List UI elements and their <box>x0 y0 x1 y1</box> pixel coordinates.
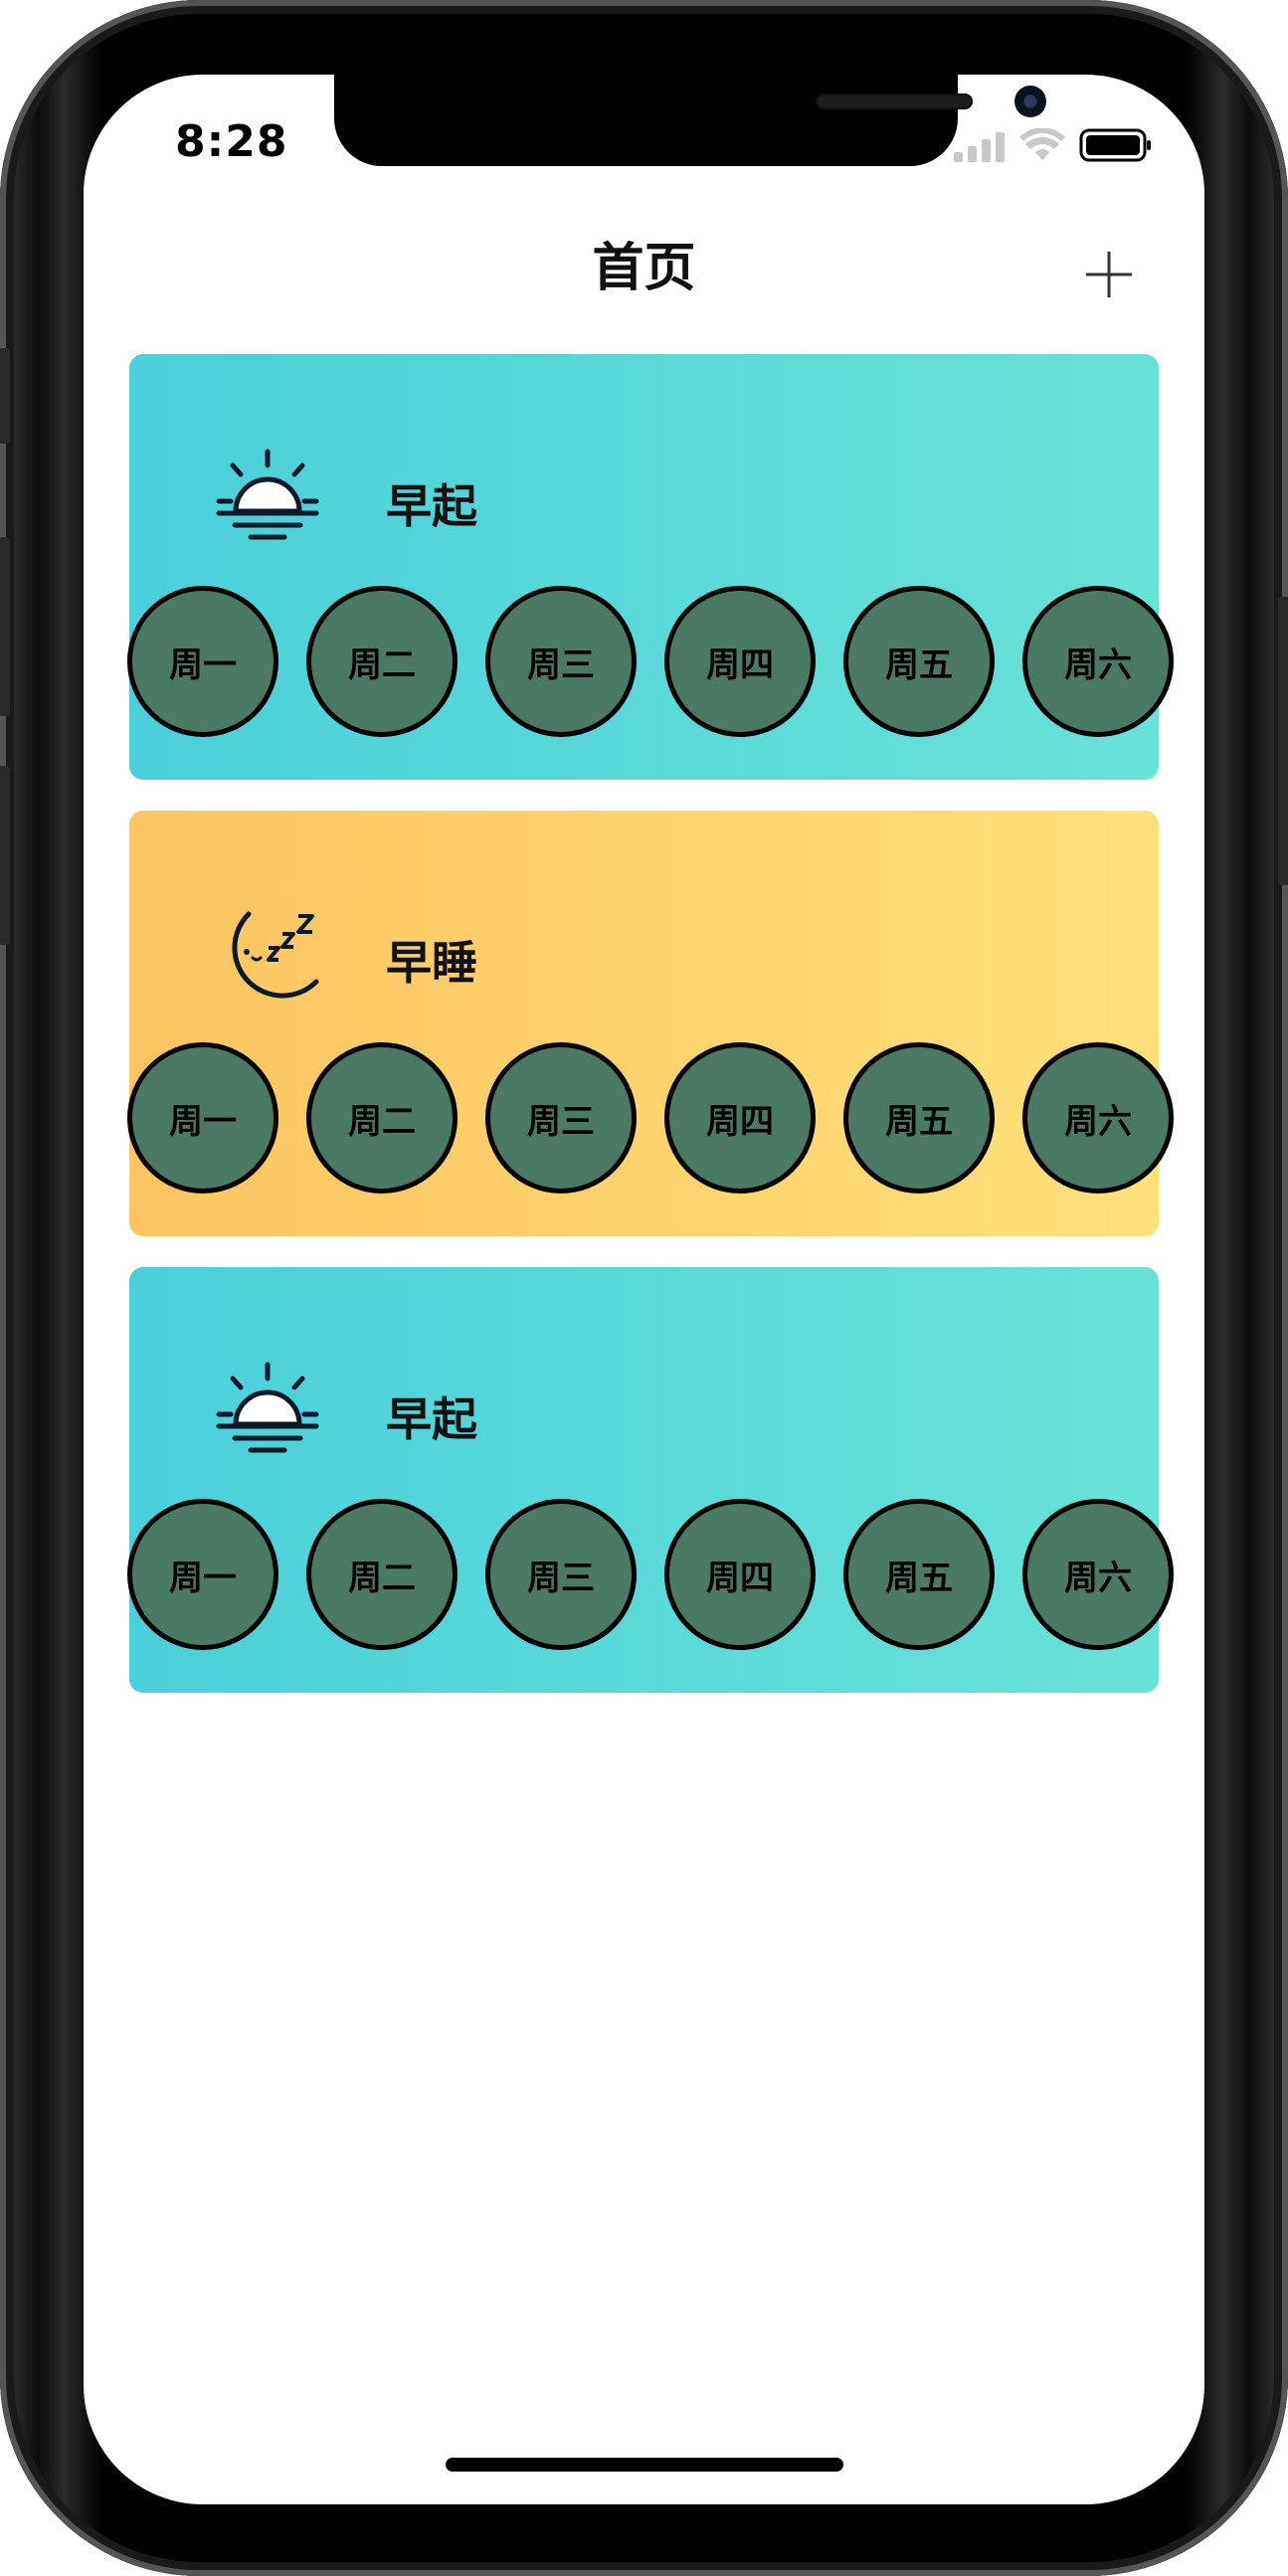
weekday-button[interactable]: 周一 <box>127 1042 278 1194</box>
weekday-row: 周一 周二 周三 周四 周五 周六 <box>127 1042 1204 1194</box>
weekday-button[interactable]: 周四 <box>664 1042 816 1194</box>
moon-sleep-icon <box>213 902 322 1012</box>
weekday-button[interactable]: 周三 <box>485 586 637 737</box>
weekday-button[interactable]: 周六 <box>1022 1042 1174 1194</box>
weekday-button[interactable]: 周五 <box>843 586 995 737</box>
weekday-button[interactable]: 周二 <box>306 1042 458 1194</box>
habit-title: 早起 <box>386 479 477 533</box>
weekday-button[interactable]: 周四 <box>664 1499 816 1650</box>
speaker-grille <box>816 93 973 109</box>
habit-card[interactable]: 早起周一 周二 周三 周四 周五 周六 <box>127 354 1174 780</box>
front-camera <box>1014 86 1046 117</box>
mute-switch <box>0 348 10 444</box>
wifi-icon <box>1019 128 1065 160</box>
weekday-row: 周一 周二 周三 周四 周五 周六 <box>127 586 1204 737</box>
weekday-button[interactable]: 周四 <box>664 586 816 737</box>
weekday-button[interactable]: 周一 <box>127 1499 278 1650</box>
habit-title: 早睡 <box>386 936 477 990</box>
status-icons <box>954 128 1153 162</box>
page-title: 首页 <box>592 239 696 298</box>
volume-up-button <box>0 537 10 716</box>
plus-icon <box>1086 252 1132 297</box>
weekday-button[interactable]: 周六 <box>1022 1499 1174 1650</box>
power-button <box>1278 597 1288 885</box>
status-time: 8:28 <box>175 116 288 167</box>
weekday-row: 周一 周二 周三 周四 周五 周六 <box>127 1499 1204 1650</box>
screen: 8:28 首页 早起 周一 周二 周三 周四 周五 周六 早睡 周一 周二 周三… <box>84 75 1204 2504</box>
weekday-button[interactable]: 周二 <box>306 1499 458 1650</box>
weekday-button[interactable]: 周三 <box>485 1499 637 1650</box>
volume-down-button <box>0 766 10 945</box>
weekday-button[interactable]: 周一 <box>127 586 278 737</box>
weekday-button[interactable]: 周二 <box>306 586 458 737</box>
habit-title: 早起 <box>386 1392 477 1446</box>
home-indicator[interactable] <box>446 2458 843 2472</box>
habit-card[interactable]: 早睡周一 周二 周三 周四 周五 周六 <box>127 811 1174 1236</box>
sunrise-icon <box>213 1359 322 1468</box>
weekday-button[interactable]: 周五 <box>843 1042 995 1194</box>
battery-icon <box>1079 128 1151 162</box>
habit-card[interactable]: 早起周一 周二 周三 周四 周五 周六 <box>127 1267 1174 1693</box>
cellular-signal-icon <box>954 132 1005 162</box>
sunrise-icon <box>213 446 322 555</box>
weekday-button[interactable]: 周三 <box>485 1042 637 1194</box>
weekday-button[interactable]: 周五 <box>843 1499 995 1650</box>
weekday-button[interactable]: 周六 <box>1022 586 1174 737</box>
notch <box>334 75 1046 166</box>
phone-frame: 8:28 首页 早起 周一 周二 周三 周四 周五 周六 早睡 周一 周二 周三… <box>0 0 1288 2576</box>
add-button[interactable] <box>1078 244 1140 305</box>
